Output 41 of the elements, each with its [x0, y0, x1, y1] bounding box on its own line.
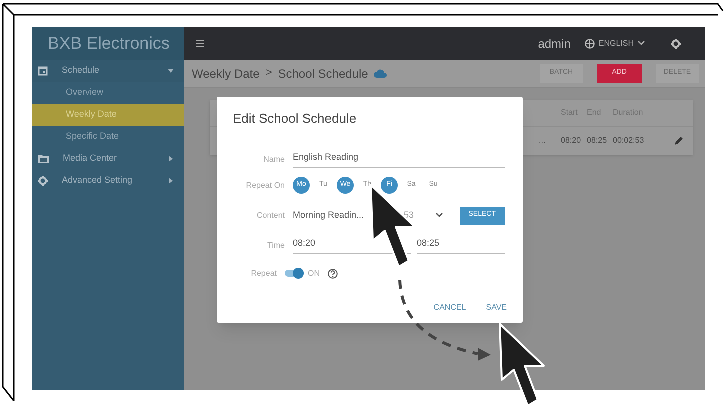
table-cell-text: ...	[539, 134, 547, 146]
name-field[interactable]: English Reading	[293, 151, 505, 168]
sidebar-subitem[interactable]: Overview	[32, 82, 184, 104]
table-cell-text: 00:02:53	[613, 134, 646, 146]
field-label: Time	[266, 240, 285, 252]
menu-icon[interactable]	[196, 40, 204, 47]
chevron-down-icon	[638, 41, 645, 46]
pencil-icon[interactable]	[675, 136, 683, 144]
table-cell-text: 08:20	[561, 134, 582, 146]
sidebar-item[interactable]: Advanced Setting	[32, 170, 184, 192]
user-name[interactable]: admin	[538, 34, 571, 52]
calendar-icon	[38, 66, 48, 76]
caret-icon	[168, 178, 174, 184]
globe-icon	[584, 38, 595, 48]
field-label: Name	[262, 154, 285, 166]
breadcrumb-separator: >	[266, 66, 272, 82]
help-icon[interactable]	[328, 268, 338, 278]
dialog-title: Edit School Schedule	[233, 110, 358, 128]
chevron-down-icon	[436, 213, 443, 218]
sidebar-item[interactable]: Schedule	[32, 60, 184, 82]
language-dropdown[interactable]: ENGLISH	[584, 38, 645, 50]
brand-title: BXB Electronics	[48, 32, 170, 55]
caret-icon	[168, 68, 174, 74]
dialog-button[interactable]: CANCEL	[434, 302, 466, 314]
breadcrumb-title: School Schedule	[278, 66, 368, 82]
breadcrumb-link[interactable]: Weekly Date	[192, 64, 260, 82]
end-time-field[interactable]: 08:25	[417, 237, 505, 254]
sidebar-subitem[interactable]: Specific Date	[32, 126, 184, 148]
sidebar-item[interactable]: Media Center	[32, 148, 184, 170]
field-label: Repeat	[250, 268, 277, 280]
field-label: Content	[256, 210, 285, 222]
field-label: Repeat On	[245, 180, 285, 192]
dialog-button[interactable]: SAVE	[486, 302, 507, 314]
switch-label: ON	[308, 268, 320, 280]
cloud-icon	[374, 69, 388, 78]
settings-icon	[38, 176, 48, 186]
repeat-switch[interactable]	[285, 270, 303, 277]
table-cell-text: 08:25	[587, 134, 608, 146]
settings-icon	[671, 38, 681, 48]
caret-icon	[168, 156, 174, 162]
folder-icon	[38, 154, 49, 164]
